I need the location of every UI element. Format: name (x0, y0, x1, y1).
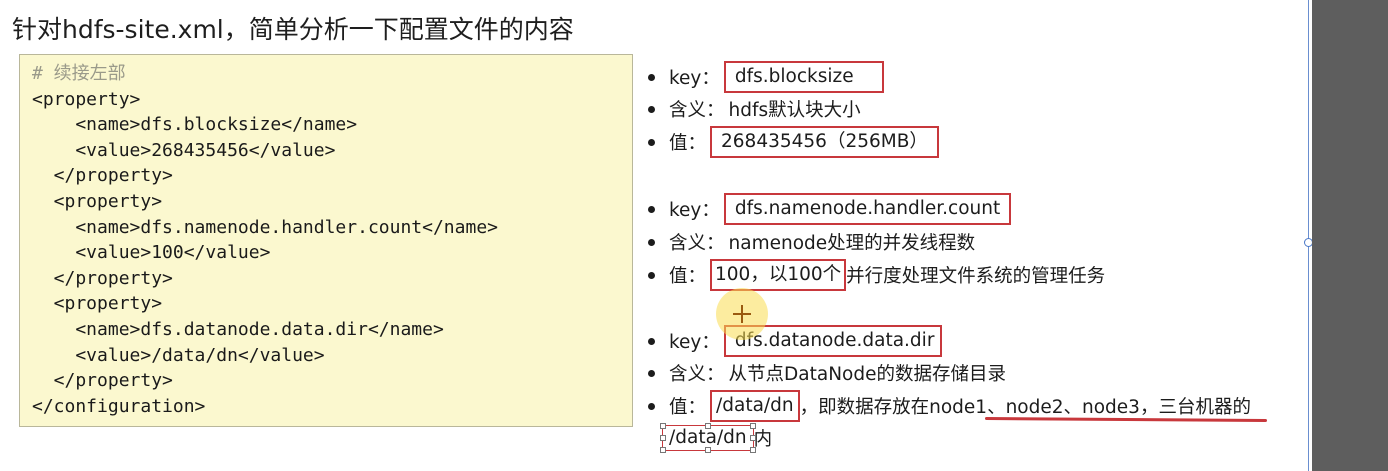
meaning-value: hdfs默认块大小 (728, 100, 861, 121)
code-block: # 续接左部 <property> <name>dfs.blocksize</n… (19, 54, 633, 427)
key-value-box: dfs.namenode.handler.count (723, 193, 1012, 225)
value-box: 100，以100个 (710, 259, 847, 291)
meaning-label: 含义： (669, 364, 725, 385)
resize-handle[interactable] (749, 423, 756, 429)
resize-handle[interactable] (749, 447, 756, 453)
value-text: ，即数据存放在 (799, 397, 930, 418)
note-key-data-dir: key： dfs.datanode.data.dir (648, 325, 943, 357)
continuation-text: 内 (753, 429, 773, 450)
note-value-handler-count: 值： 100，以100个 并行度处理文件系统的管理任务 (648, 259, 1105, 291)
resize-handle[interactable] (704, 423, 711, 429)
meaning-label: 含义： (669, 233, 725, 254)
code-content: # 续接左部 <property> <name>dfs.blocksize</n… (32, 61, 498, 419)
note-key-handler-count: key： dfs.namenode.handler.count (648, 193, 1012, 225)
code-line: # 续接左部 (32, 63, 126, 84)
slide-edge-line (1308, 0, 1309, 471)
resize-handle[interactable] (704, 447, 711, 453)
note-key-blocksize: key： dfs.blocksize (648, 61, 884, 93)
bullet-dot (648, 337, 655, 345)
code-line: <name>dfs.datanode.data.dir</name> (32, 318, 444, 340)
meaning-value: namenode处理的并发线程数 (728, 233, 976, 254)
value-label: 值： (669, 266, 707, 287)
value-label: 值： (669, 133, 707, 154)
note-value-data-dir: 值： /data/dn ，即数据存放在 node1、node2、node3，三台… (648, 390, 1251, 422)
key-label: key： (669, 332, 720, 353)
note-meaning-blocksize: 含义： hdfs默认块大小 (648, 93, 861, 125)
side-panel (1312, 0, 1388, 471)
resize-handle[interactable] (660, 447, 666, 453)
value-text: 并行度处理文件系统的管理任务 (846, 266, 1106, 287)
bullet-dot (648, 205, 655, 213)
code-line: <value>100</value> (32, 242, 271, 264)
selected-text-box[interactable]: /data/dn (660, 423, 756, 453)
code-line: <name>dfs.namenode.handler.count</name> (32, 216, 498, 238)
note-value-blocksize: 值： 268435456（256MB） (648, 126, 939, 158)
bullet-dot (648, 138, 655, 146)
move-cursor-icon (731, 303, 753, 325)
key-label: key： (669, 68, 720, 89)
code-line: <property> (32, 88, 141, 110)
bullet-dot (648, 271, 655, 279)
bullet-dot (648, 402, 655, 410)
resize-handle[interactable] (749, 435, 756, 441)
code-line: <value>/data/dn</value> (32, 344, 325, 366)
bullet-dot (648, 238, 655, 246)
meaning-value: 从节点DataNode的数据存储目录 (728, 364, 1006, 385)
page-title: 针对hdfs-site.xml，简单分析一下配置文件的内容 (12, 15, 574, 44)
bullet-dot (648, 369, 655, 377)
code-line: </property> (32, 267, 173, 289)
notes-list: key： dfs.blocksize 含义： hdfs默认块大小 值： 2684… (648, 0, 1308, 471)
bullet-dot (648, 73, 655, 81)
code-line: <property> (32, 190, 163, 212)
note-meaning-handler-count: 含义： namenode处理的并发线程数 (648, 226, 975, 258)
key-value-box: dfs.blocksize (723, 61, 884, 93)
note-value-continuation: /data/dn 内 (660, 423, 773, 453)
value-label: 值： (669, 397, 707, 418)
bullet-dot (648, 105, 655, 113)
meaning-label: 含义： (669, 100, 725, 121)
code-line: </property> (32, 165, 173, 187)
code-line: </property> (32, 370, 173, 392)
code-line: <property> (32, 293, 163, 315)
value-underlined-text: node1、node2、node3，三台机器的 (929, 397, 1251, 418)
value-box: /data/dn (710, 390, 800, 422)
key-label: key： (669, 200, 720, 221)
note-meaning-data-dir: 含义： 从节点DataNode的数据存储目录 (648, 357, 1006, 389)
continuation-box-text: /data/dn (669, 427, 747, 448)
value-box: 268435456（256MB） (710, 126, 939, 158)
code-line: <value>268435456</value> (32, 139, 336, 161)
code-line: <name>dfs.blocksize</name> (32, 114, 358, 136)
code-line: </configuration> (32, 395, 206, 417)
resize-handle[interactable] (660, 435, 666, 441)
resize-handle[interactable] (660, 423, 666, 429)
